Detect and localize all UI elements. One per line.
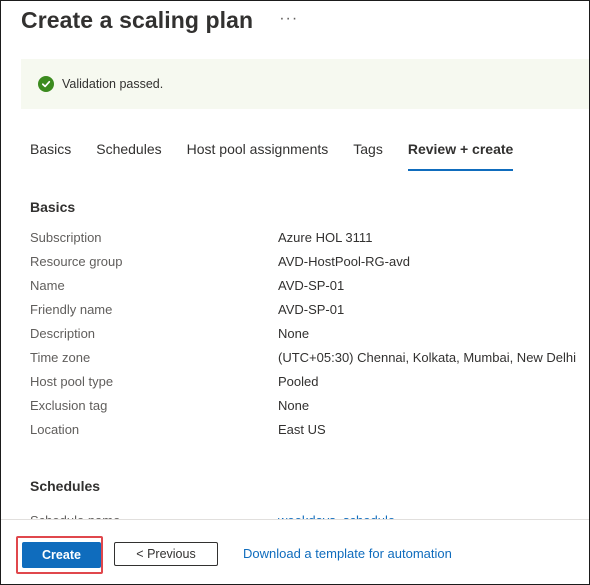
tab-host-pool-assignments[interactable]: Host pool assignments [187, 141, 329, 171]
row-value: Azure HOL 3111 [278, 230, 373, 245]
basics-section-heading: Basics [30, 199, 76, 215]
create-scaling-plan-page: Create a scaling plan ··· Validation pas… [0, 0, 590, 585]
row-label: Location [30, 422, 80, 437]
row-value: Pooled [278, 374, 319, 389]
row-label: Host pool type [30, 374, 114, 389]
row-label: Subscription [30, 230, 102, 245]
tab-review-create[interactable]: Review + create [407, 141, 514, 171]
summary-row-resource-group: Resource group AVD-HostPool-RG-avd [30, 254, 585, 274]
row-label: Resource group [30, 254, 123, 269]
summary-row-host-pool-type: Host pool type Pooled [30, 374, 585, 394]
more-options-icon[interactable]: ··· [279, 10, 298, 28]
row-value: East US [278, 422, 326, 437]
row-label: Time zone [30, 350, 91, 365]
create-button[interactable]: Create [22, 542, 101, 568]
row-value: None [278, 398, 310, 413]
row-label: Name [30, 278, 65, 293]
summary-row-friendly-name: Friendly name AVD-SP-01 [30, 302, 585, 322]
validation-message: Validation passed. [62, 77, 164, 91]
validation-banner: Validation passed. [21, 59, 589, 109]
tab-bar: Basics Schedules Host pool assignments T… [30, 141, 538, 171]
row-value: AVD-SP-01 [278, 278, 345, 293]
row-value: (UTC+05:30) Chennai, Kolkata, Mumbai, Ne… [278, 350, 577, 365]
summary-row-subscription: Subscription Azure HOL 3111 [30, 230, 585, 250]
row-value: AVD-HostPool-RG-avd [278, 254, 410, 269]
tab-schedules[interactable]: Schedules [96, 141, 161, 171]
summary-row-name: Name AVD-SP-01 [30, 278, 585, 298]
schedules-section-heading: Schedules [30, 478, 101, 494]
summary-row-time-zone: Time zone (UTC+05:30) Chennai, Kolkata, … [30, 350, 585, 370]
action-footer: Create < Previous Download a template fo… [1, 519, 589, 584]
row-label: Exclusion tag [30, 398, 108, 413]
summary-row-description: Description None [30, 326, 585, 346]
page-title: Create a scaling plan [21, 7, 254, 33]
header: Create a scaling plan ··· [21, 7, 298, 34]
download-template-link[interactable]: Download a template for automation [243, 546, 452, 561]
success-check-icon [38, 76, 54, 92]
previous-button[interactable]: < Previous [114, 542, 218, 566]
row-label: Description [30, 326, 96, 341]
summary-row-exclusion-tag: Exclusion tag None [30, 398, 585, 418]
tab-basics[interactable]: Basics [30, 141, 71, 171]
row-label: Friendly name [30, 302, 113, 317]
summary-row-location: Location East US [30, 422, 585, 442]
tab-tags[interactable]: Tags [353, 141, 383, 171]
row-value: None [278, 326, 310, 341]
row-value: AVD-SP-01 [278, 302, 345, 317]
